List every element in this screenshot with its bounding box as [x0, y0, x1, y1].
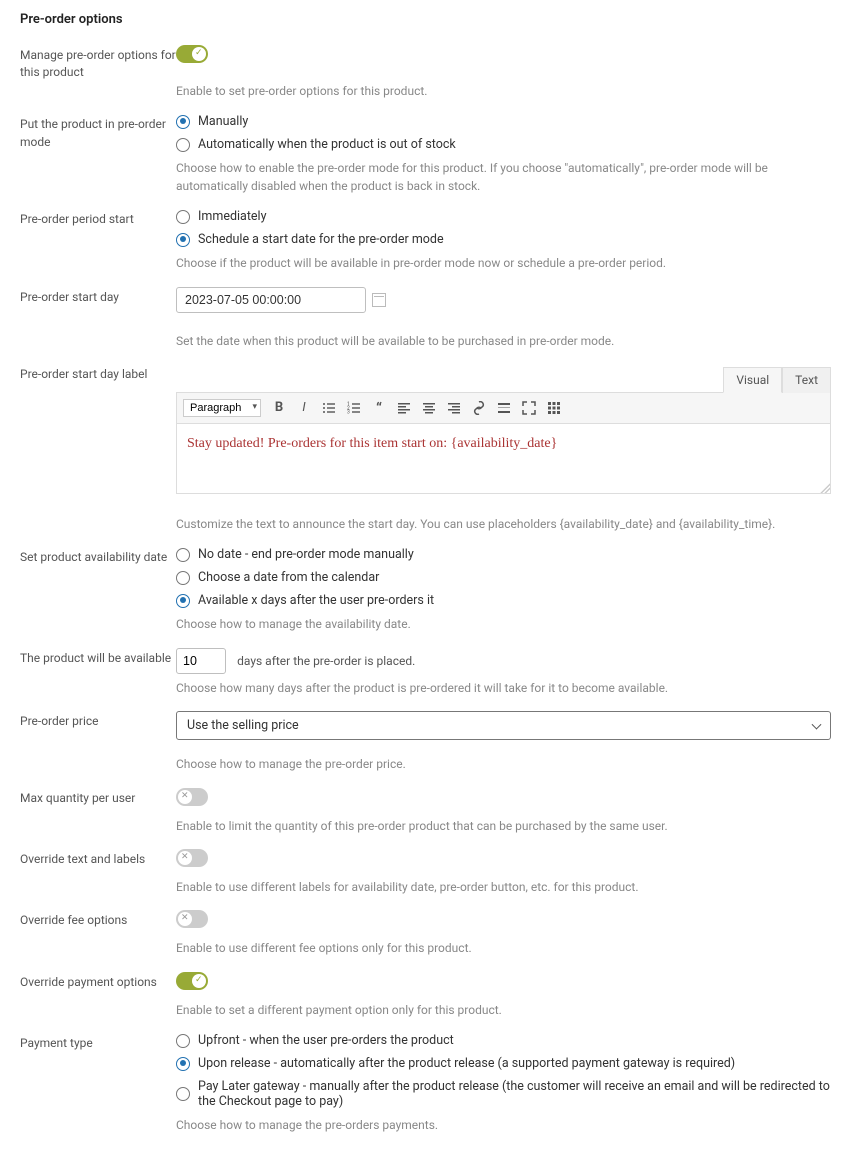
radio-icon — [176, 1057, 190, 1071]
label-availability: Set product availability date — [20, 547, 176, 566]
help-max-qty: Enable to limit the quantity of this pre… — [176, 818, 831, 835]
radio-icon — [176, 1034, 190, 1048]
toggle-max-qty[interactable] — [176, 788, 208, 806]
radio-period-schedule[interactable]: Schedule a start date for the pre-order … — [176, 232, 831, 247]
italic-icon[interactable]: I — [293, 397, 315, 419]
help-available-after: Choose how many days after the product i… — [176, 680, 831, 697]
input-days-after[interactable] — [176, 648, 226, 674]
format-select[interactable]: Paragraph — [183, 399, 261, 417]
quote-icon[interactable]: “ — [368, 397, 390, 419]
align-center-icon[interactable] — [418, 397, 440, 419]
label-max-qty: Max quantity per user — [20, 788, 176, 807]
label-available-after: The product will be available — [20, 648, 176, 667]
radio-mode-manually[interactable]: Manually — [176, 114, 831, 129]
label-start-day-label: Pre-order start day label — [20, 364, 176, 383]
label-price: Pre-order price — [20, 711, 176, 730]
radio-payment-pay-later[interactable]: Pay Later gateway - manually after the p… — [176, 1079, 831, 1109]
align-left-icon[interactable] — [393, 397, 415, 419]
help-mode: Choose how to enable the pre-order mode … — [176, 160, 831, 195]
field-start-day: Pre-order start day Set the date when th… — [20, 287, 831, 350]
radio-icon — [176, 571, 190, 585]
radio-mode-automatic[interactable]: Automatically when the product is out of… — [176, 137, 831, 152]
help-manage: Enable to set pre-order options for this… — [176, 83, 831, 100]
editor-content[interactable]: Stay updated! Pre-orders for this item s… — [176, 424, 831, 494]
radio-icon — [176, 594, 190, 608]
toggle-override-text[interactable] — [176, 849, 208, 867]
radio-availability-calendar[interactable]: Choose a date from the calendar — [176, 570, 831, 585]
radio-payment-upfront[interactable]: Upfront - when the user pre-orders the p… — [176, 1033, 831, 1048]
radio-icon — [176, 210, 190, 224]
help-start-day-label: Customize the text to announce the start… — [176, 516, 831, 533]
fullscreen-icon[interactable] — [518, 397, 540, 419]
field-override-text: Override text and labels Enable to use d… — [20, 849, 831, 896]
field-max-qty: Max quantity per user Enable to limit th… — [20, 788, 831, 835]
help-availability: Choose how to manage the availability da… — [176, 616, 831, 633]
rich-editor: Visual Text Paragraph B I 123 “ — [176, 366, 831, 494]
toggle-manage[interactable] — [176, 45, 208, 63]
help-payment-type: Choose how to manage the pre-orders paym… — [176, 1117, 831, 1134]
radio-payment-upon-release[interactable]: Upon release - automatically after the p… — [176, 1056, 831, 1071]
resize-handle-icon[interactable] — [820, 483, 830, 493]
label-override-fee: Override fee options — [20, 910, 176, 929]
insert-read-more-icon[interactable] — [493, 397, 515, 419]
label-manage: Manage pre-order options for this produc… — [20, 45, 176, 82]
label-period-start: Pre-order period start — [20, 209, 176, 228]
help-override-payment: Enable to set a different payment option… — [176, 1002, 831, 1019]
toolbar-toggle-icon[interactable] — [543, 397, 565, 419]
radio-icon — [176, 548, 190, 562]
radio-icon — [176, 138, 190, 152]
field-manage: Manage pre-order options for this produc… — [20, 45, 831, 100]
field-override-payment: Override payment options Enable to set a… — [20, 972, 831, 1019]
radio-icon — [176, 1087, 190, 1101]
label-mode: Put the product in pre-order mode — [20, 114, 176, 151]
toggle-override-payment[interactable] — [176, 972, 208, 990]
help-start-day: Set the date when this product will be a… — [176, 333, 831, 350]
select-price[interactable]: Use the selling price — [176, 711, 831, 740]
tab-text[interactable]: Text — [782, 367, 831, 393]
radio-icon — [176, 233, 190, 247]
suffix-days-after: days after the pre-order is placed. — [237, 654, 415, 668]
bullet-list-icon[interactable] — [318, 397, 340, 419]
link-icon[interactable] — [468, 397, 490, 419]
help-override-text: Enable to use different labels for avail… — [176, 879, 831, 896]
label-payment-type: Payment type — [20, 1033, 176, 1052]
editor-toolbar: Paragraph B I 123 “ — [176, 393, 831, 424]
field-period-start: Pre-order period start Immediately Sched… — [20, 209, 831, 272]
align-right-icon[interactable] — [443, 397, 465, 419]
calendar-icon[interactable] — [372, 293, 386, 307]
radio-availability-xdays[interactable]: Available x days after the user pre-orde… — [176, 593, 831, 608]
field-override-fee: Override fee options Enable to use diffe… — [20, 910, 831, 957]
label-start-day: Pre-order start day — [20, 287, 176, 306]
field-start-day-label: Pre-order start day label Visual Text Pa… — [20, 364, 831, 533]
ordered-list-icon[interactable]: 123 — [343, 397, 365, 419]
field-mode: Put the product in pre-order mode Manual… — [20, 114, 831, 195]
field-payment-type: Payment type Upfront - when the user pre… — [20, 1033, 831, 1134]
radio-period-immediately[interactable]: Immediately — [176, 209, 831, 224]
radio-icon — [176, 115, 190, 129]
label-override-payment: Override payment options — [20, 972, 176, 991]
label-override-text: Override text and labels — [20, 849, 176, 868]
bold-icon[interactable]: B — [268, 397, 290, 419]
field-availability: Set product availability date No date - … — [20, 547, 831, 633]
svg-text:3: 3 — [347, 409, 350, 415]
help-override-fee: Enable to use different fee options only… — [176, 940, 831, 957]
input-start-day[interactable] — [176, 287, 366, 313]
radio-availability-nodate[interactable]: No date - end pre-order mode manually — [176, 547, 831, 562]
field-available-after: The product will be available days after… — [20, 648, 831, 697]
help-period-start: Choose if the product will be available … — [176, 255, 831, 272]
tab-visual[interactable]: Visual — [723, 367, 782, 393]
toggle-override-fee[interactable] — [176, 910, 208, 928]
help-price: Choose how to manage the pre-order price… — [176, 756, 831, 773]
field-price: Pre-order price Use the selling price Ch… — [20, 711, 831, 773]
panel-title: Pre-order options — [20, 12, 831, 27]
